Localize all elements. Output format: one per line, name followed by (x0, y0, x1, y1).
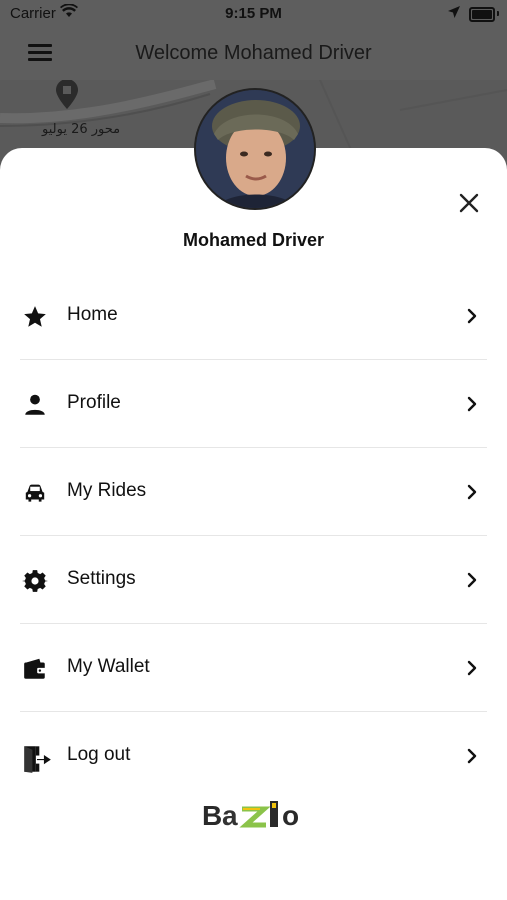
chevron-right-icon (465, 483, 479, 501)
chevron-right-icon (465, 659, 479, 677)
menu-item-log-out[interactable]: Log out (20, 712, 487, 799)
menu-item-my-rides[interactable]: My Rides (20, 448, 487, 536)
svg-text:o: o (282, 800, 299, 831)
header-title: Welcome Mohamed Driver (135, 42, 372, 64)
car-icon (22, 480, 48, 506)
status-time: 9:15 PM (225, 5, 282, 22)
logout-icon (22, 744, 51, 773)
menu-item-settings[interactable]: Settings (20, 536, 487, 624)
close-icon[interactable] (458, 192, 480, 214)
menu-item-label: My Rides (67, 480, 147, 501)
menu-item-my-wallet[interactable]: My Wallet (20, 624, 487, 712)
app-header: Welcome Mohamed Driver (0, 28, 507, 80)
menu-item-profile[interactable]: Profile (20, 360, 487, 448)
star-icon (22, 304, 48, 330)
chevron-right-icon (465, 395, 479, 413)
wallet-icon (22, 656, 48, 682)
menu-item-label: Profile (67, 392, 121, 413)
menu-item-label: My Wallet (67, 656, 150, 677)
bazio-logo: B a o (202, 795, 306, 835)
svg-text:B: B (202, 800, 222, 831)
driver-name: Mohamed Driver (182, 230, 325, 250)
avatar (194, 88, 316, 210)
chevron-right-icon (465, 747, 479, 765)
location-arrow-icon (447, 5, 461, 23)
menu-item-label: Settings (67, 568, 136, 589)
menu-item-label: Home (67, 304, 118, 325)
menu-item-home[interactable]: Home (20, 272, 487, 360)
chevron-right-icon (465, 307, 479, 325)
drawer-menu: Home Profile My Rides Settings My Wallet (20, 272, 487, 799)
svg-text:a: a (222, 800, 238, 831)
person-icon (22, 392, 48, 418)
menu-item-label: Log out (67, 744, 131, 765)
gear-icon (22, 568, 48, 594)
battery-icon (469, 7, 495, 22)
map-street-label: محور 26 يوليو (42, 122, 121, 137)
status-bar: Carrier 9:15 PM (0, 0, 507, 28)
chevron-right-icon (465, 571, 479, 589)
